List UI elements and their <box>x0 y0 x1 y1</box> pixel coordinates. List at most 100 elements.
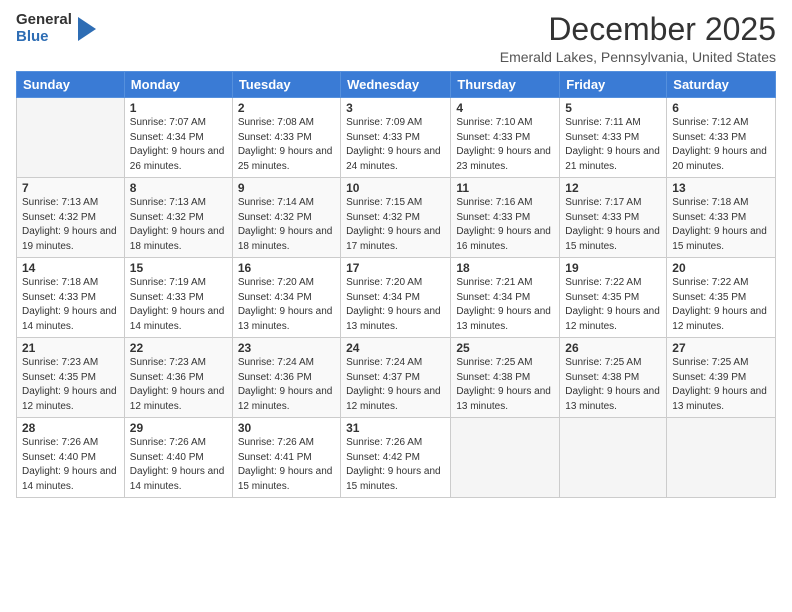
sunrise-text: Sunrise: 7:07 AM <box>130 117 206 128</box>
sunset-text: Sunset: 4:36 PM <box>130 372 204 383</box>
day-info: Sunrise: 7:11 AMSunset: 4:33 PMDaylight:… <box>565 116 661 174</box>
sunrise-text: Sunrise: 7:16 AM <box>456 197 532 208</box>
day-number: 7 <box>22 181 119 195</box>
calendar-day-cell: 3Sunrise: 7:09 AMSunset: 4:33 PMDaylight… <box>341 98 451 178</box>
sunrise-text: Sunrise: 7:25 AM <box>456 357 532 368</box>
day-number: 26 <box>565 341 661 355</box>
daylight-text: Daylight: 9 hours and 14 minutes. <box>22 306 117 332</box>
calendar-day-cell: 7Sunrise: 7:13 AMSunset: 4:32 PMDaylight… <box>17 178 125 258</box>
sunset-text: Sunset: 4:36 PM <box>238 372 312 383</box>
calendar-week-row: 1Sunrise: 7:07 AMSunset: 4:34 PMDaylight… <box>17 98 776 178</box>
col-wednesday: Wednesday <box>341 72 451 98</box>
sunrise-text: Sunrise: 7:12 AM <box>672 117 748 128</box>
calendar-day-cell <box>17 98 125 178</box>
sunrise-text: Sunrise: 7:26 AM <box>238 437 314 448</box>
sunset-text: Sunset: 4:37 PM <box>346 372 420 383</box>
sunrise-text: Sunrise: 7:24 AM <box>238 357 314 368</box>
day-info: Sunrise: 7:09 AMSunset: 4:33 PMDaylight:… <box>346 116 445 174</box>
calendar-day-cell: 19Sunrise: 7:22 AMSunset: 4:35 PMDayligh… <box>560 258 667 338</box>
day-number: 30 <box>238 421 335 435</box>
calendar-day-cell: 9Sunrise: 7:14 AMSunset: 4:32 PMDaylight… <box>232 178 340 258</box>
day-number: 23 <box>238 341 335 355</box>
sunrise-text: Sunrise: 7:24 AM <box>346 357 422 368</box>
day-number: 20 <box>672 261 770 275</box>
day-number: 3 <box>346 101 445 115</box>
sunset-text: Sunset: 4:33 PM <box>346 132 420 143</box>
calendar-header-row: Sunday Monday Tuesday Wednesday Thursday… <box>17 72 776 98</box>
sunrise-text: Sunrise: 7:19 AM <box>130 277 206 288</box>
day-info: Sunrise: 7:10 AMSunset: 4:33 PMDaylight:… <box>456 116 554 174</box>
day-number: 11 <box>456 181 554 195</box>
daylight-text: Daylight: 9 hours and 14 minutes. <box>130 466 225 492</box>
daylight-text: Daylight: 9 hours and 12 minutes. <box>130 386 225 412</box>
logo-text: General Blue <box>16 12 72 45</box>
day-number: 25 <box>456 341 554 355</box>
sunset-text: Sunset: 4:33 PM <box>456 132 530 143</box>
day-info: Sunrise: 7:07 AMSunset: 4:34 PMDaylight:… <box>130 116 227 174</box>
daylight-text: Daylight: 9 hours and 13 minutes. <box>672 386 767 412</box>
daylight-text: Daylight: 9 hours and 25 minutes. <box>238 146 333 172</box>
day-info: Sunrise: 7:19 AMSunset: 4:33 PMDaylight:… <box>130 276 227 334</box>
sunrise-text: Sunrise: 7:13 AM <box>22 197 98 208</box>
calendar-day-cell: 11Sunrise: 7:16 AMSunset: 4:33 PMDayligh… <box>451 178 560 258</box>
sunset-text: Sunset: 4:33 PM <box>456 212 530 223</box>
col-tuesday: Tuesday <box>232 72 340 98</box>
calendar-day-cell: 12Sunrise: 7:17 AMSunset: 4:33 PMDayligh… <box>560 178 667 258</box>
sunset-text: Sunset: 4:34 PM <box>346 292 420 303</box>
sunrise-text: Sunrise: 7:18 AM <box>672 197 748 208</box>
calendar-day-cell: 28Sunrise: 7:26 AMSunset: 4:40 PMDayligh… <box>17 418 125 498</box>
calendar-day-cell: 1Sunrise: 7:07 AMSunset: 4:34 PMDaylight… <box>124 98 232 178</box>
day-number: 14 <box>22 261 119 275</box>
sunset-text: Sunset: 4:33 PM <box>130 292 204 303</box>
daylight-text: Daylight: 9 hours and 15 minutes. <box>565 226 660 252</box>
daylight-text: Daylight: 9 hours and 15 minutes. <box>238 466 333 492</box>
daylight-text: Daylight: 9 hours and 24 minutes. <box>346 146 441 172</box>
day-number: 18 <box>456 261 554 275</box>
day-number: 8 <box>130 181 227 195</box>
day-number: 9 <box>238 181 335 195</box>
day-info: Sunrise: 7:24 AMSunset: 4:37 PMDaylight:… <box>346 356 445 414</box>
sunrise-text: Sunrise: 7:23 AM <box>22 357 98 368</box>
col-sunday: Sunday <box>17 72 125 98</box>
sunrise-text: Sunrise: 7:20 AM <box>346 277 422 288</box>
daylight-text: Daylight: 9 hours and 18 minutes. <box>238 226 333 252</box>
day-info: Sunrise: 7:25 AMSunset: 4:38 PMDaylight:… <box>565 356 661 414</box>
day-info: Sunrise: 7:20 AMSunset: 4:34 PMDaylight:… <box>238 276 335 334</box>
calendar-day-cell: 13Sunrise: 7:18 AMSunset: 4:33 PMDayligh… <box>667 178 776 258</box>
daylight-text: Daylight: 9 hours and 12 minutes. <box>238 386 333 412</box>
day-info: Sunrise: 7:18 AMSunset: 4:33 PMDaylight:… <box>22 276 119 334</box>
sunrise-text: Sunrise: 7:10 AM <box>456 117 532 128</box>
sunset-text: Sunset: 4:39 PM <box>672 372 746 383</box>
daylight-text: Daylight: 9 hours and 12 minutes. <box>672 306 767 332</box>
main-title: December 2025 <box>500 12 776 47</box>
calendar-day-cell: 20Sunrise: 7:22 AMSunset: 4:35 PMDayligh… <box>667 258 776 338</box>
sunset-text: Sunset: 4:34 PM <box>130 132 204 143</box>
col-saturday: Saturday <box>667 72 776 98</box>
col-monday: Monday <box>124 72 232 98</box>
daylight-text: Daylight: 9 hours and 13 minutes. <box>456 386 551 412</box>
day-info: Sunrise: 7:15 AMSunset: 4:32 PMDaylight:… <box>346 196 445 254</box>
calendar-day-cell: 10Sunrise: 7:15 AMSunset: 4:32 PMDayligh… <box>341 178 451 258</box>
day-info: Sunrise: 7:16 AMSunset: 4:33 PMDaylight:… <box>456 196 554 254</box>
page: General Blue December 2025 Emerald Lakes… <box>0 0 792 612</box>
sunrise-text: Sunrise: 7:25 AM <box>565 357 641 368</box>
calendar-day-cell: 15Sunrise: 7:19 AMSunset: 4:33 PMDayligh… <box>124 258 232 338</box>
day-info: Sunrise: 7:12 AMSunset: 4:33 PMDaylight:… <box>672 116 770 174</box>
calendar-day-cell: 17Sunrise: 7:20 AMSunset: 4:34 PMDayligh… <box>341 258 451 338</box>
daylight-text: Daylight: 9 hours and 13 minutes. <box>565 386 660 412</box>
daylight-text: Daylight: 9 hours and 12 minutes. <box>22 386 117 412</box>
calendar-day-cell: 24Sunrise: 7:24 AMSunset: 4:37 PMDayligh… <box>341 338 451 418</box>
day-number: 16 <box>238 261 335 275</box>
daylight-text: Daylight: 9 hours and 15 minutes. <box>346 466 441 492</box>
sunrise-text: Sunrise: 7:18 AM <box>22 277 98 288</box>
day-number: 13 <box>672 181 770 195</box>
daylight-text: Daylight: 9 hours and 13 minutes. <box>346 306 441 332</box>
daylight-text: Daylight: 9 hours and 19 minutes. <box>22 226 117 252</box>
sunset-text: Sunset: 4:33 PM <box>672 132 746 143</box>
calendar-day-cell: 2Sunrise: 7:08 AMSunset: 4:33 PMDaylight… <box>232 98 340 178</box>
calendar-day-cell <box>667 418 776 498</box>
sunset-text: Sunset: 4:32 PM <box>346 212 420 223</box>
day-info: Sunrise: 7:14 AMSunset: 4:32 PMDaylight:… <box>238 196 335 254</box>
sunrise-text: Sunrise: 7:17 AM <box>565 197 641 208</box>
day-info: Sunrise: 7:18 AMSunset: 4:33 PMDaylight:… <box>672 196 770 254</box>
